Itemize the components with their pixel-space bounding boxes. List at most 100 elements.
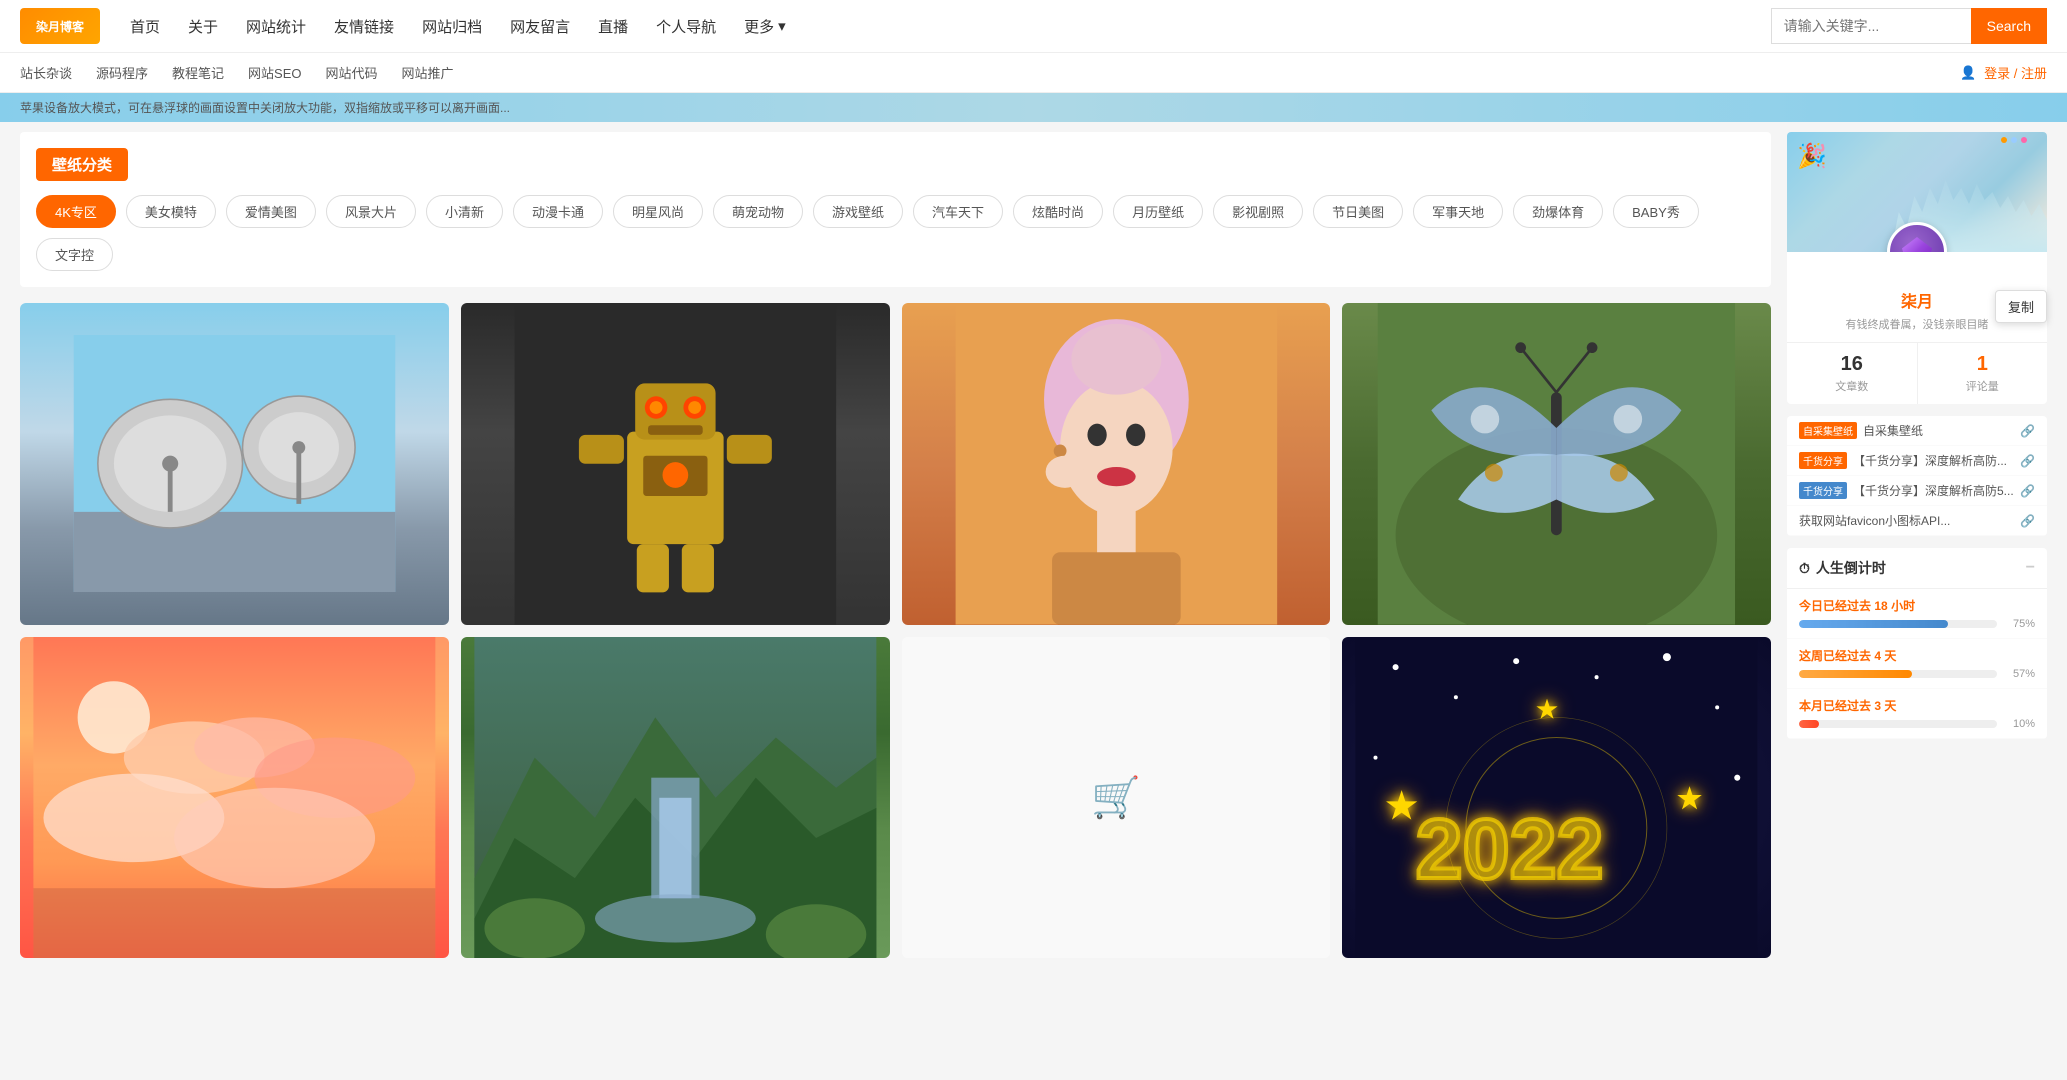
link-text-goods1: 【千货分享】深度解析高防... — [1853, 452, 2014, 469]
main-nav: 首页 关于 网站统计 友情链接 网站归档 网友留言 直播 个人导航 更多 ▾ — [130, 16, 1771, 37]
countdown-month-bar — [1799, 720, 1997, 728]
sec-nav-promotion[interactable]: 网站推广 — [402, 63, 454, 82]
articles-count: 16 — [1787, 353, 1917, 376]
user-icon: 👤 — [1960, 65, 1976, 81]
tag-4k[interactable]: 4K专区 — [36, 195, 116, 228]
dot-blue — [2011, 137, 2017, 143]
category-tags: 4K专区 美女模特 爱情美图 风景大片 小清新 动漫卡通 明星风尚 萌宠动物 游… — [36, 195, 1755, 271]
auth-text[interactable]: 登录 / 注册 — [1984, 63, 2047, 82]
tag-car[interactable]: 汽车天下 — [913, 195, 1003, 228]
link-item-goods1[interactable]: 千货分享 【千货分享】深度解析高防... 🔗 — [1787, 446, 2047, 476]
articles-stat: 16 文章数 — [1787, 343, 1918, 404]
tag-holiday[interactable]: 节日美图 — [1313, 195, 1403, 228]
image-card-stars[interactable]: ★ ★ ★ 2022 2022 — [1342, 637, 1771, 959]
countdown-title-text: 人生倒计时 — [1816, 558, 1886, 578]
decoration-icon: 🎉 — [1797, 142, 1827, 171]
category-title: 壁纸分类 — [36, 148, 128, 181]
nav-friends[interactable]: 友情链接 — [334, 16, 394, 37]
profile-dots — [2001, 137, 2027, 143]
link-tag-goods2: 千货分享 — [1799, 482, 1847, 499]
countdown-icon: ⏱ — [1799, 560, 1810, 577]
nav-about[interactable]: 关于 — [188, 16, 218, 37]
svg-text:2022: 2022 — [1416, 802, 1604, 896]
link-text-favicon: 获取网站favicon小图标API... — [1799, 512, 2014, 529]
image-card-waterfall[interactable] — [461, 637, 890, 959]
chevron-down-icon: ▾ — [778, 17, 786, 35]
avatar — [1887, 222, 1947, 252]
sunset-svg — [20, 637, 449, 959]
empty-icon: 🛒 — [1091, 774, 1141, 821]
comments-count: 1 — [1918, 353, 2048, 376]
sec-nav-source[interactable]: 源码程序 — [96, 63, 148, 82]
announcement-text: 苹果设备放大模式，可在悬浮球的画面设置中关闭放大功能，双指缩放或平移可以离开画面… — [20, 101, 510, 115]
comments-label: 评论量 — [1918, 378, 2048, 394]
butterfly-svg — [1342, 303, 1771, 625]
tag-military[interactable]: 军事天地 — [1413, 195, 1503, 228]
image-card-empty[interactable]: 🛒 — [902, 637, 1331, 959]
countdown-week-bar — [1799, 670, 1997, 678]
countdown-card: ⏱ 人生倒计时 − 今日已经过去 18 小时 75% — [1787, 548, 2047, 739]
link-arrow-favicon: 🔗 — [2020, 514, 2035, 528]
countdown-week-fill — [1799, 670, 1912, 678]
profile-card: 🎉 柒月 有钱终成眷属，没钱亲眼目睹 16 文章数 — [1787, 132, 2047, 404]
sec-nav-tutorial[interactable]: 教程笔记 — [172, 63, 224, 82]
announcement-banner: 苹果设备放大模式，可在悬浮球的画面设置中关闭放大功能，双指缩放或平移可以离开画面… — [0, 93, 2067, 122]
sec-nav-code[interactable]: 网站代码 — [326, 63, 378, 82]
nav-personal[interactable]: 个人导航 — [656, 16, 716, 37]
sidebar: 🎉 柒月 有钱终成眷属，没钱亲眼目睹 16 文章数 — [1787, 132, 2047, 958]
tag-scenery[interactable]: 风景大片 — [326, 195, 416, 228]
search-button[interactable]: Search — [1971, 8, 2047, 44]
top-navigation: 染月博客 首页 关于 网站统计 友情链接 网站归档 网友留言 直播 个人导航 更… — [0, 0, 2067, 53]
image-card-sunset[interactable] — [20, 637, 449, 959]
link-item-goods2[interactable]: 千货分享 【千货分享】深度解析高防5... 🔗 — [1787, 476, 2047, 506]
woman-svg — [902, 303, 1331, 625]
sec-nav-seo[interactable]: 网站SEO — [248, 63, 301, 82]
tag-anime[interactable]: 动漫卡通 — [513, 195, 603, 228]
avatar-wrap — [1887, 222, 1947, 252]
tag-fashion[interactable]: 炫酷时尚 — [1013, 195, 1103, 228]
site-logo[interactable]: 染月博客 — [20, 8, 100, 44]
copy-tooltip: 复制 — [1995, 290, 2047, 323]
countdown-week-bar-wrap: 57% — [1799, 668, 2035, 680]
search-input[interactable] — [1771, 8, 1971, 44]
link-tag-wallpaper: 自采集壁纸 — [1799, 422, 1857, 439]
auth-area[interactable]: 👤 登录 / 注册 — [1960, 63, 2047, 82]
tag-game[interactable]: 游戏壁纸 — [813, 195, 903, 228]
content-area: 壁纸分类 4K专区 美女模特 爱情美图 风景大片 小清新 动漫卡通 明星风尚 萌… — [20, 132, 1771, 958]
countdown-day-bar-wrap: 75% — [1799, 618, 2035, 630]
tag-beauty[interactable]: 美女模特 — [126, 195, 216, 228]
svg-text:★: ★ — [1677, 782, 1702, 813]
nav-guestbook[interactable]: 网友留言 — [510, 16, 570, 37]
svg-text:★: ★ — [1537, 696, 1559, 723]
image-card-woman[interactable] — [902, 303, 1331, 625]
nav-archive[interactable]: 网站归档 — [422, 16, 482, 37]
tag-fresh[interactable]: 小清新 — [426, 195, 503, 228]
countdown-month-bar-wrap: 10% — [1799, 718, 2035, 730]
tag-film[interactable]: 影视剧照 — [1213, 195, 1303, 228]
category-section: 壁纸分类 4K专区 美女模特 爱情美图 风景大片 小清新 动漫卡通 明星风尚 萌… — [20, 132, 1771, 287]
image-card-satellite[interactable] — [20, 303, 449, 625]
comments-stat: 1 评论量 — [1918, 343, 2048, 404]
image-card-robot[interactable] — [461, 303, 890, 625]
countdown-day-fill — [1799, 620, 1948, 628]
nav-more[interactable]: 更多 ▾ — [744, 16, 786, 37]
nav-stats[interactable]: 网站统计 — [246, 16, 306, 37]
countdown-minus[interactable]: − — [2026, 559, 2035, 577]
countdown-month-pct: 10% — [2005, 718, 2035, 730]
nav-live[interactable]: 直播 — [598, 16, 628, 37]
link-item-favicon[interactable]: 获取网站favicon小图标API... 🔗 — [1787, 506, 2047, 536]
sec-nav-webmaster[interactable]: 站长杂谈 — [20, 63, 72, 82]
articles-label: 文章数 — [1787, 378, 1917, 394]
tag-sports[interactable]: 劲爆体育 — [1513, 195, 1603, 228]
tag-calendar[interactable]: 月历壁纸 — [1113, 195, 1203, 228]
tag-love[interactable]: 爱情美图 — [226, 195, 316, 228]
tag-text[interactable]: 文字控 — [36, 238, 113, 271]
tag-baby[interactable]: BABY秀 — [1613, 195, 1699, 228]
image-card-butterfly[interactable] — [1342, 303, 1771, 625]
tag-pets[interactable]: 萌宠动物 — [713, 195, 803, 228]
stars-svg: ★ ★ ★ 2022 2022 — [1342, 637, 1771, 959]
link-item-wallpaper[interactable]: 自采集壁纸 自采集壁纸 🔗 — [1787, 416, 2047, 446]
tag-celeb[interactable]: 明星风尚 — [613, 195, 703, 228]
countdown-week-pct: 57% — [2005, 668, 2035, 680]
nav-home[interactable]: 首页 — [130, 16, 160, 37]
